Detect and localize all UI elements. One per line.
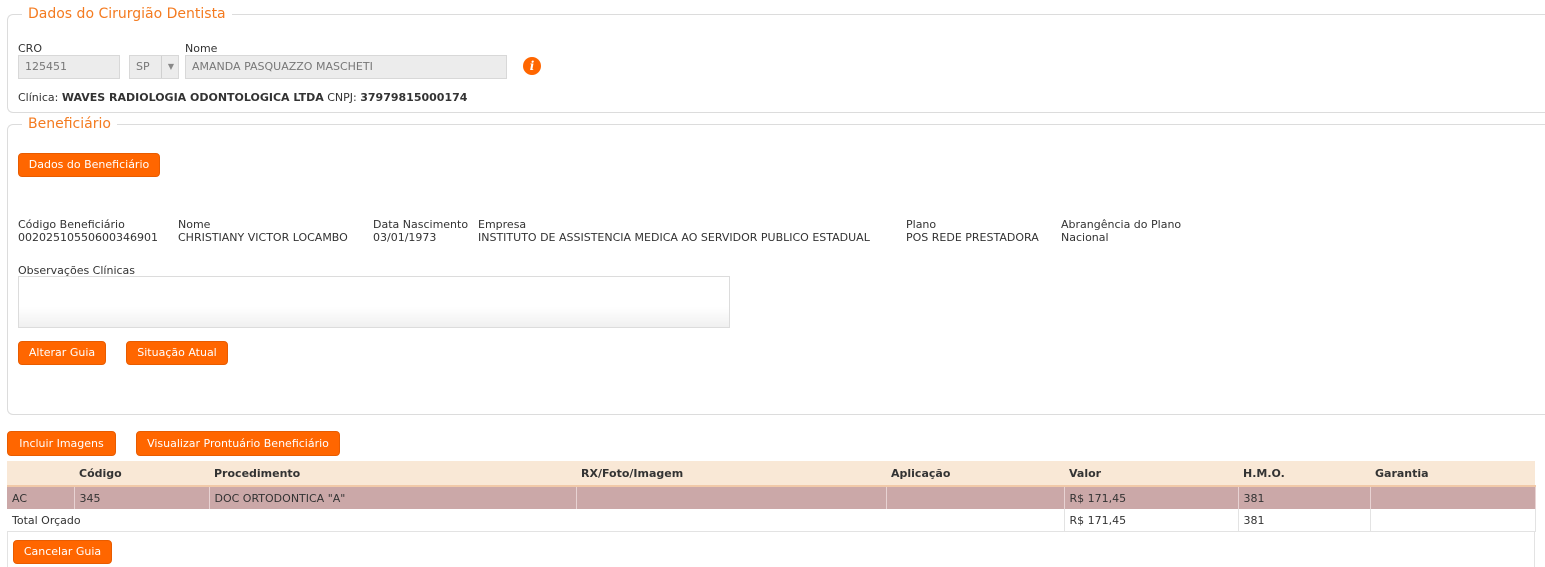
dentist-name-label: Nome [185,42,218,55]
cro-label: CRO [18,42,42,55]
cell-warranty [1370,486,1536,509]
beneficiary-fieldset: Beneficiário [7,116,1545,415]
current-status-button[interactable]: Situação Atual [126,341,228,365]
ben-coverage-value: Nacional [1061,231,1109,244]
total-hmo: 381 [1238,509,1371,532]
view-records-button[interactable]: Visualizar Prontuário Beneficiário [136,431,340,456]
cell-code: 345 [74,486,210,509]
cell-rx [576,486,887,509]
ben-birth-value: 03/01/1973 [373,231,437,244]
cell-value: R$ 171,45 [1064,486,1239,509]
uf-select-value: SP [136,60,150,73]
chevron-down-icon[interactable]: ▼ [161,56,180,78]
ben-code-label: Código Beneficiário [18,218,125,231]
include-images-button[interactable]: Incluir Imagens [7,431,116,456]
clinical-notes-textarea[interactable] [18,276,730,328]
ben-name-label: Nome [178,218,211,231]
total-warranty [1370,509,1536,532]
clinic-name: WAVES RADIOLOGIA ODONTOLOGICA LTDA [61,91,324,104]
col-header-application: Aplicação [886,461,1064,487]
ben-plan-value: POS REDE PRESTADORA [906,231,1039,244]
col-header-value: Valor [1064,461,1238,487]
ben-company-label: Empresa [478,218,527,231]
alter-guide-button[interactable]: Alterar Guia [18,341,106,365]
ben-plan-label: Plano [906,218,937,231]
cnpj-value: 37979815000174 [360,91,468,104]
ben-company-value: INSTITUTO DE ASSISTENCIA MEDICA AO SERVI… [478,231,870,244]
cancel-guide-button[interactable]: Cancelar Guia [13,540,112,564]
cell-hmo: 381 [1238,486,1371,509]
clinic-prefix: Clínica: [18,91,59,104]
table-row[interactable]: AC 345 DOC ORTODONTICA "A" R$ 171,45 381 [7,486,1536,509]
cell-application [886,486,1065,509]
col-header-code: Código [74,461,209,487]
col-header-rx: RX/Foto/Imagem [576,461,886,487]
table-header-row: Código Procedimento RX/Foto/Imagem Aplic… [7,461,1535,487]
uf-select[interactable]: SP ▼ [129,55,179,79]
col-header-procedure: Procedimento [209,461,576,487]
ben-code-value: 0020251055060034690​1 [18,231,158,244]
total-label: Total Orçado [7,509,1065,532]
col-header-type [7,461,74,487]
clinic-line: Clínica: WAVES RADIOLOGIA ODONTOLOGICA L… [18,91,467,104]
total-value: R$ 171,45 [1064,509,1239,532]
ben-birth-label: Data Nascimento [373,218,469,231]
table-total-row: Total Orçado R$ 171,45 381 [7,509,1536,532]
col-header-hmo: H.M.O. [1238,461,1370,487]
cnpj-prefix: CNPJ: [327,91,357,104]
procedures-table: Código Procedimento RX/Foto/Imagem Aplic… [7,461,1536,532]
beneficiary-details-button[interactable]: Dados do Beneficiário [18,153,160,177]
dentist-name-input[interactable]: AMANDA PASQUAZZO MASCHETI [185,55,507,79]
dentist-legend: Dados do Cirurgião Dentista [22,6,232,22]
info-icon[interactable]: i [523,57,541,75]
cell-type: AC [7,486,75,509]
cro-input[interactable]: 125451 [18,55,120,79]
cell-procedure: DOC ORTODONTICA "A" [209,486,577,509]
col-header-warranty: Garantia [1370,461,1535,487]
beneficiary-legend: Beneficiário [22,116,117,132]
ben-coverage-label: Abrangência do Plano [1061,218,1182,231]
ben-name-value: CHRISTIANY VICTOR LOCAMBO [178,231,348,244]
